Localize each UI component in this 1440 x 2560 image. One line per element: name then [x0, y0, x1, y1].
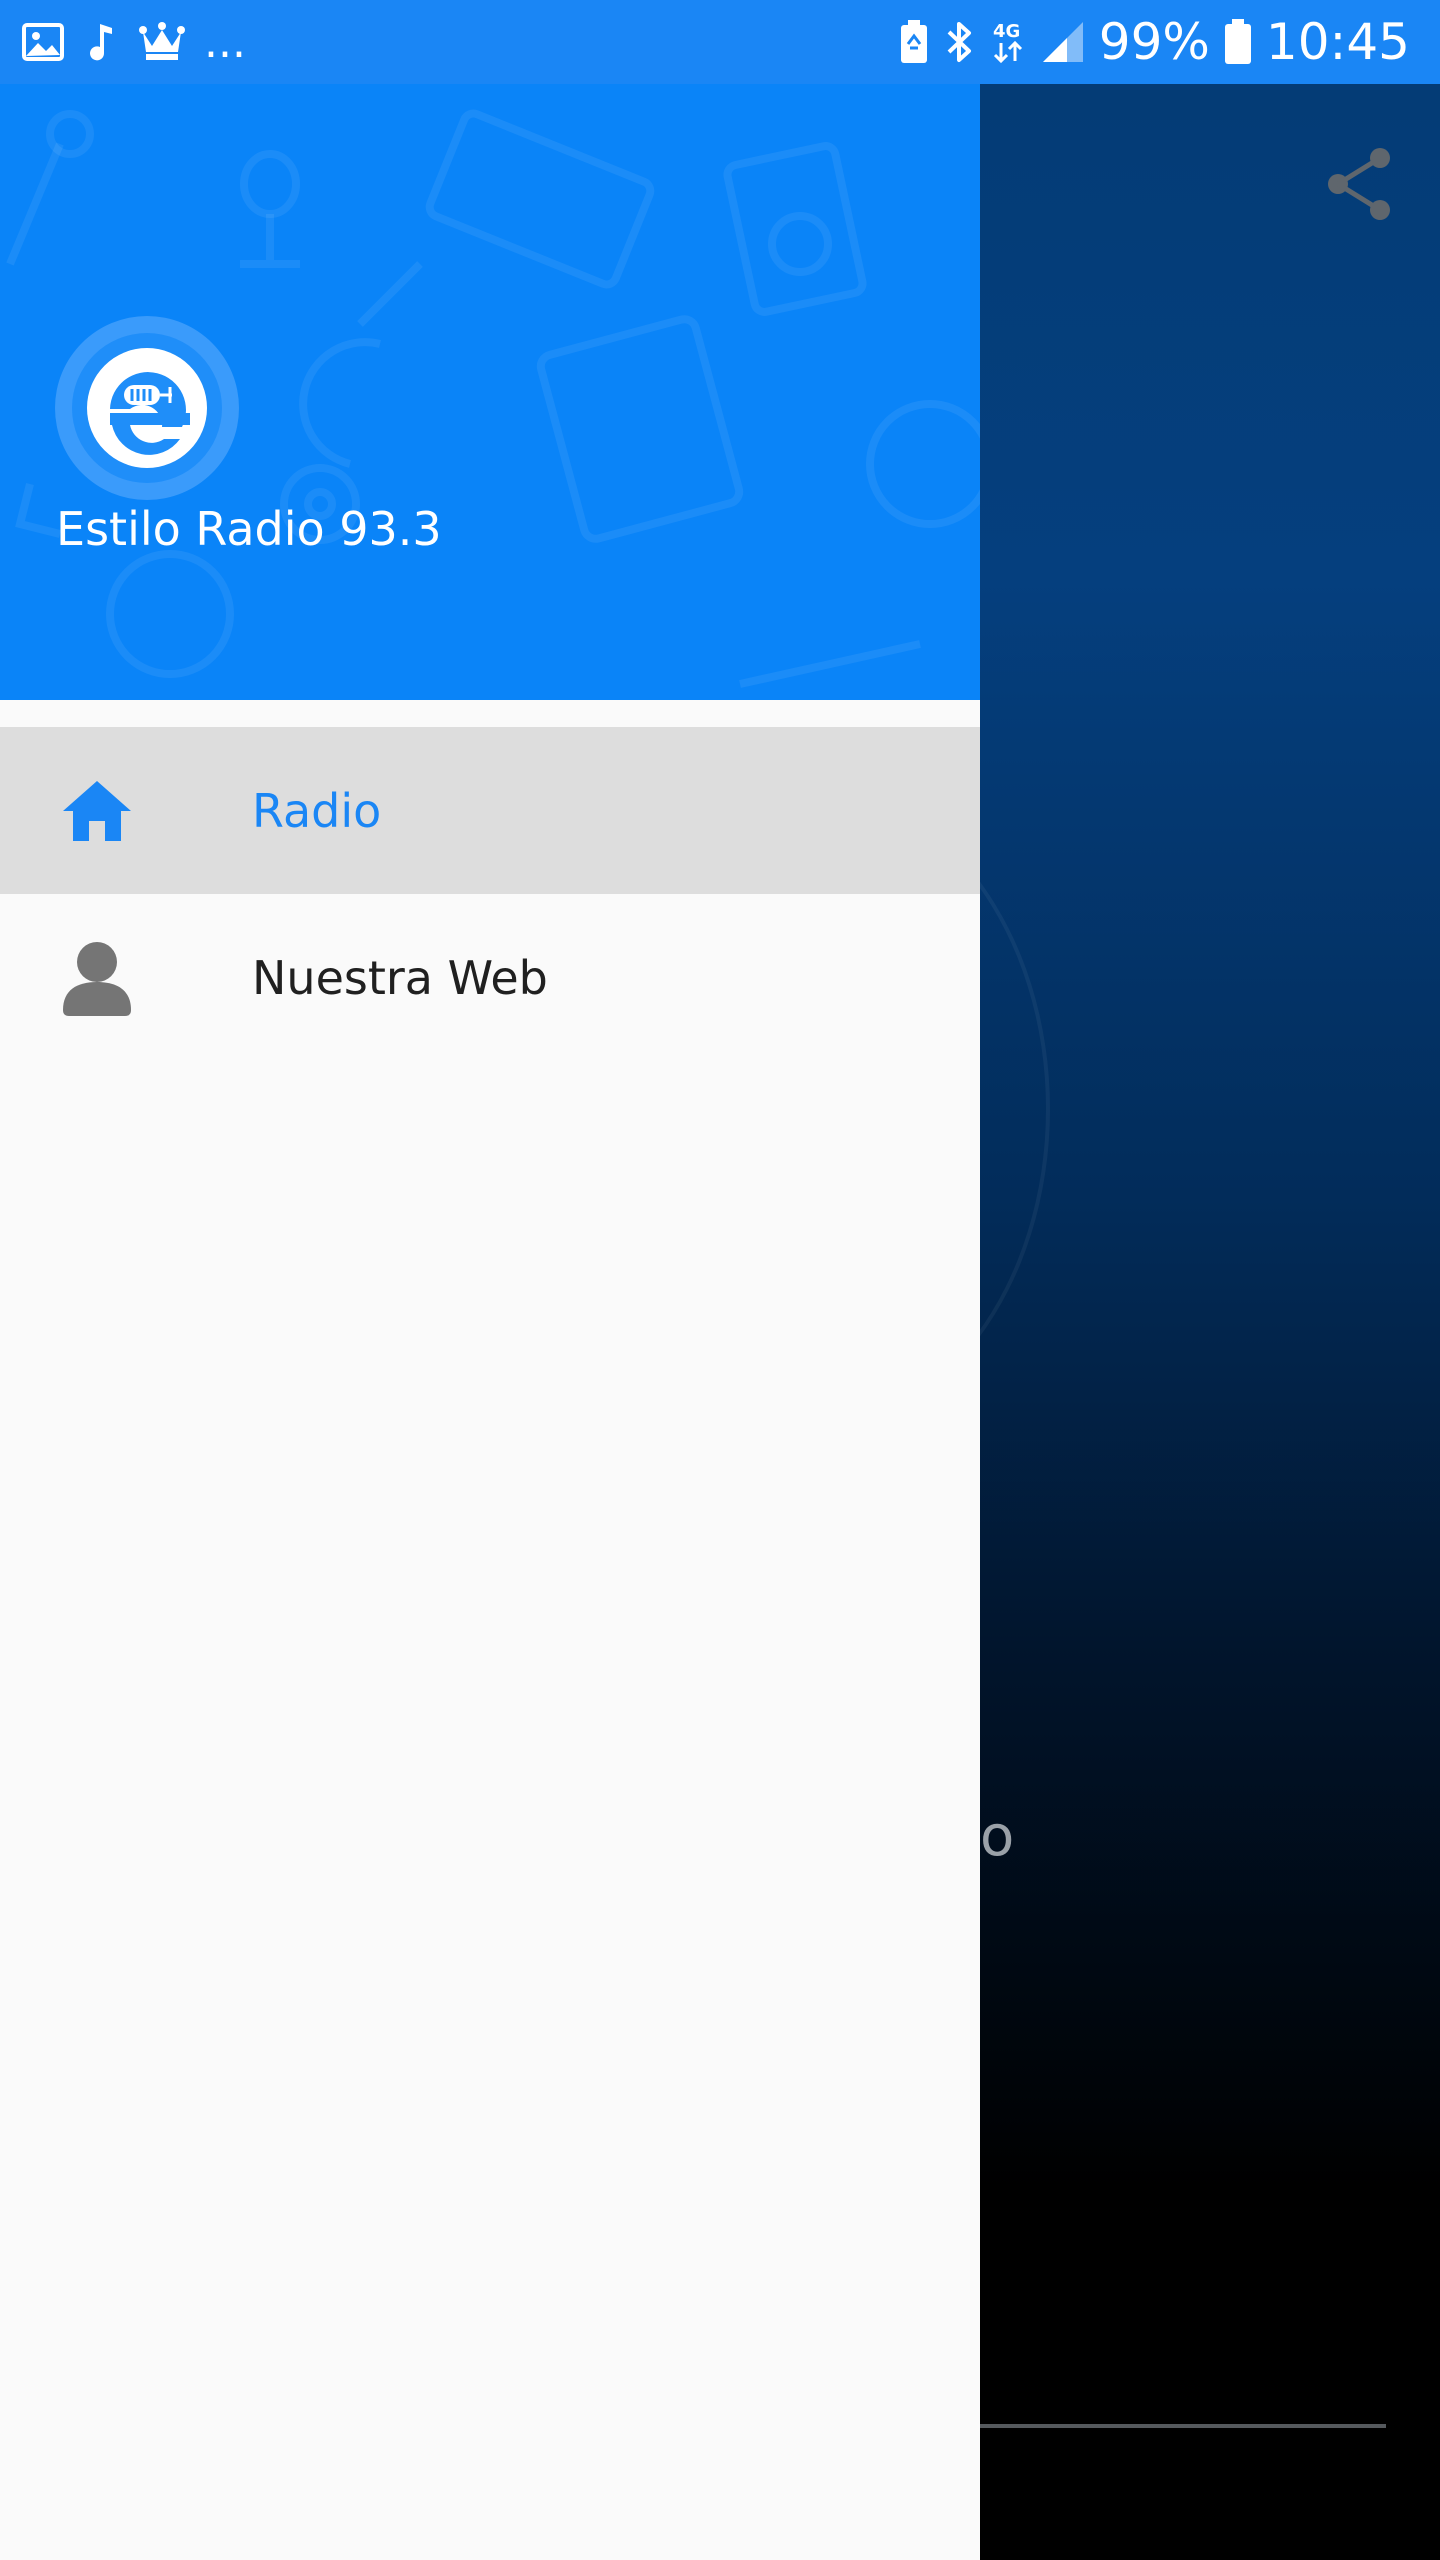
station-logo: [55, 316, 239, 500]
navigation-drawer: Estilo Radio 93.3 Radio Nuestra Web: [0, 84, 980, 2560]
drawer-menu: Radio Nuestra Web: [0, 727, 980, 1061]
data-4g-icon: 4G: [991, 19, 1027, 65]
person-icon: [60, 941, 134, 1016]
menu-item-radio[interactable]: Radio: [0, 727, 980, 894]
system-icons: 4G 99% 10:45: [899, 0, 1410, 84]
progress-line: [980, 2424, 1386, 2428]
menu-item-nuestra-web[interactable]: Nuestra Web: [0, 894, 980, 1061]
station-name: Estilo Radio 93.3: [56, 502, 442, 556]
crown-icon: [138, 22, 186, 62]
battery-percent: 99%: [1098, 13, 1210, 71]
signal-icon: [1041, 20, 1085, 64]
now-playing-text: o: [980, 1804, 1015, 1869]
bluetooth-icon: [943, 19, 977, 65]
more-notifications: ...: [204, 16, 246, 68]
status-bar: ... 4G 99% 10:45: [0, 0, 1440, 84]
battery-saver-icon: [899, 20, 929, 64]
image-icon: [22, 23, 64, 61]
battery-icon: [1224, 19, 1252, 65]
clock: 10:45: [1265, 13, 1410, 71]
estilo-radio-logo-icon: [87, 348, 207, 468]
drawer-header: Estilo Radio 93.3: [0, 84, 980, 700]
notification-icons: ...: [22, 0, 246, 84]
share-icon[interactable]: [1324, 146, 1394, 226]
svg-text:4G: 4G: [993, 21, 1020, 42]
music-note-icon: [86, 22, 116, 62]
menu-item-label: Radio: [252, 783, 382, 838]
home-icon: [60, 774, 134, 848]
menu-item-label: Nuestra Web: [252, 950, 548, 1005]
